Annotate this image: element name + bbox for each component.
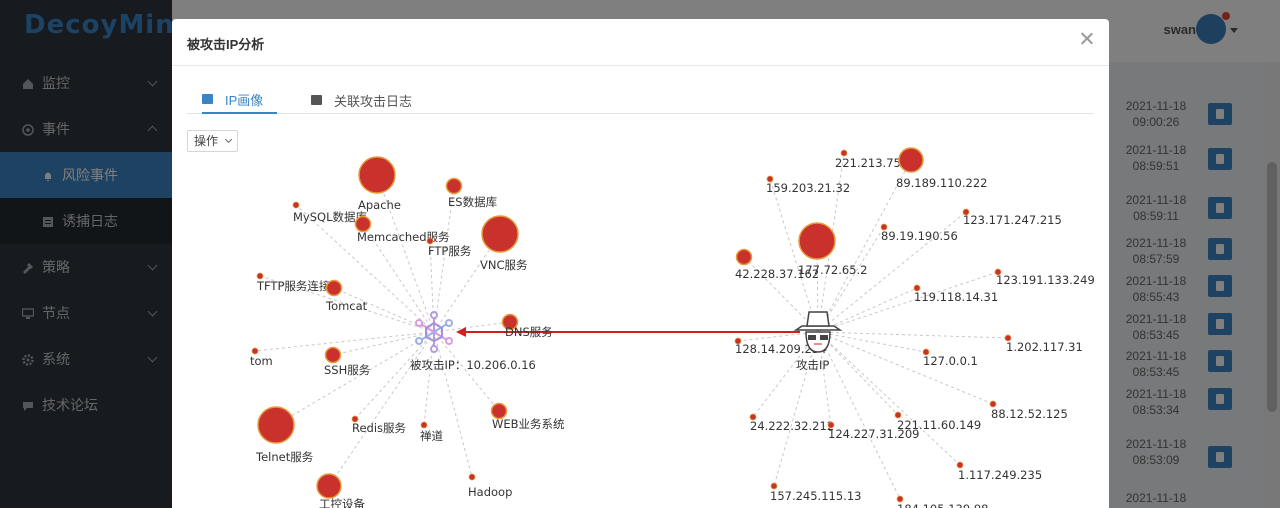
service-node-label: FTP服务 [428,244,472,258]
document-icon [311,95,322,105]
service-node-label: DNS服务 [505,325,553,339]
attacker-ip-edge [817,331,901,500]
attack-relation-graph[interactable]: Apache ES数据库MySQL数据库Memcached服务FTP服务VNC服务… [172,119,1109,508]
service-node-label: 禅道 [420,429,443,443]
dialog-title: 被攻击IP分析 [187,37,265,52]
service-node-label: WEB业务系统 [492,417,565,431]
service-node-circle[interactable] [358,156,396,194]
service-node-label: Memcached服务 [357,230,450,244]
service-node-circle[interactable] [325,279,343,297]
attacker-ip-edge [817,331,1009,339]
attacker-ip-node-label: 1.202.117.31 [1006,340,1083,354]
service-node-label: Hadoop [468,485,512,499]
service-node-label: tom [250,354,273,368]
attacker-ip-node-label: 157.245.115.13 [770,489,861,503]
service-edge [275,331,435,426]
service-node-circle[interactable] [292,201,300,209]
tab-label: 关联攻击日志 [334,93,413,109]
service-node-label: TFTP服务连接 [256,279,331,293]
attacker-ip-node[interactable]: 184.105.139.98 [896,495,988,508]
service-node[interactable]: 工控设备 [316,473,365,508]
attacker-ip-node-label: 177.72.65.2 [798,263,868,277]
close-icon[interactable] [1079,31,1095,47]
service-node[interactable]: Redis服务 [351,415,407,435]
service-node[interactable]: SSH服务 [324,346,371,378]
tab-bar: IP画像 关联攻击日志 [187,86,1094,114]
service-node-circle[interactable] [420,421,428,429]
attacker-ip-node-label: 119.118.14.31 [914,290,998,304]
attacker-ip-node-label: 123.171.247.215 [963,213,1062,227]
divider [172,65,1109,66]
attacker-ip-node[interactable]: 24.222.32.212 [749,413,834,433]
service-node-label: ES数据库 [448,195,497,209]
service-node-circle[interactable] [481,215,519,253]
attacker-ip-node-label: 159.203.21.32 [766,181,850,195]
service-node[interactable]: WEB业务系统 [490,402,566,432]
service-node[interactable]: tom [250,347,273,368]
attacker-ip-node[interactable]: 157.245.115.13 [770,482,861,503]
attacker-ip-node-label: 89.189.110.222 [896,176,987,190]
service-node-label: Redis服务 [352,421,407,435]
attacker-ip-edge [817,331,994,405]
tab-related-logs[interactable]: 关联攻击日志 [311,86,412,114]
attacker-ip-node-label: 24.222.32.212 [750,419,834,433]
attacker-ip-node-label: 88.12.52.125 [991,407,1068,421]
service-node-label: VNC服务 [480,258,528,272]
attacker-ip-node[interactable]: 119.118.14.31 [913,284,998,304]
attacker-ip-node[interactable]: 159.203.21.32 [766,175,850,195]
attacker-ip-node-label: 184.105.139.98 [897,502,988,508]
attacker-ip-node-circle[interactable] [898,147,924,173]
image-icon [202,94,213,104]
service-node[interactable]: ES数据库 [445,177,498,210]
tab-ip-profile[interactable]: IP画像 [202,86,278,114]
service-node-circle[interactable] [316,473,342,499]
attacker-ip-node[interactable]: 89.19.190.56 [880,223,958,243]
attacker-ip-node[interactable]: 123.171.247.215 [962,208,1062,227]
attacker-ip-node-label: 89.19.190.56 [881,229,958,243]
service-edge [433,331,473,478]
service-node[interactable]: Apache [358,156,401,212]
service-node[interactable]: VNC服务 [480,215,528,272]
attacker-ip-node-label: 1.117.249.235 [958,468,1042,482]
service-edge [328,331,435,487]
service-node[interactable]: Memcached服务 [354,215,451,245]
service-node-circle[interactable] [468,473,476,481]
attacker-ip-node-label: 124.227.31.209 [828,427,919,441]
service-node[interactable]: 禅道 [420,421,443,443]
service-node-label: SSH服务 [324,363,371,377]
service-node[interactable]: Tomcat [325,279,368,314]
service-node[interactable]: DNS服务 [501,313,554,340]
attacker-label: 攻击IP [796,358,829,372]
attacker-ip-edge [817,331,961,466]
service-node-label: Telnet服务 [255,450,314,464]
attacker-ip-node-label: 123.191.133.249 [996,273,1095,287]
service-node-label: Tomcat [325,299,368,313]
arrow-head-icon [456,327,466,337]
attacker-ip-node[interactable]: 89.189.110.222 [896,147,987,190]
service-node-circle[interactable] [257,406,295,444]
attacker-ip-node-label: 127.0.0.1 [923,354,978,368]
service-node[interactable]: Hadoop [468,473,512,499]
service-node-circle[interactable] [445,177,463,195]
attacker-ip-node[interactable]: 88.12.52.125 [989,400,1068,421]
tab-label: IP画像 [225,92,264,108]
attacker-ip-node[interactable]: 127.0.0.1 [922,348,978,368]
attacker-ip-node[interactable]: 1.117.249.235 [956,461,1042,482]
service-node-label: 工控设备 [319,497,365,508]
attacker-ip-node[interactable]: 1.202.117.31 [1004,334,1083,354]
attacker-ip-node-circle[interactable] [798,222,836,260]
attacker-ip-edge [817,331,899,416]
attacked-ip-analysis-dialog: 被攻击IP分析 IP画像 关联攻击日志 操作 Apache ES数据库 MySQL数… [172,19,1109,508]
attacker-ip-node-circle[interactable] [735,248,753,266]
attacker-ip-node[interactable]: 123.191.133.249 [994,268,1095,287]
service-node[interactable]: Telnet服务 [255,406,314,464]
service-node[interactable]: TFTP服务连接 [256,272,331,293]
attacker-ip-node[interactable]: 177.72.65.2 [798,222,868,277]
service-node-circle[interactable] [324,346,342,364]
target-label: 被攻击IP：10.206.0.16 [410,358,536,372]
